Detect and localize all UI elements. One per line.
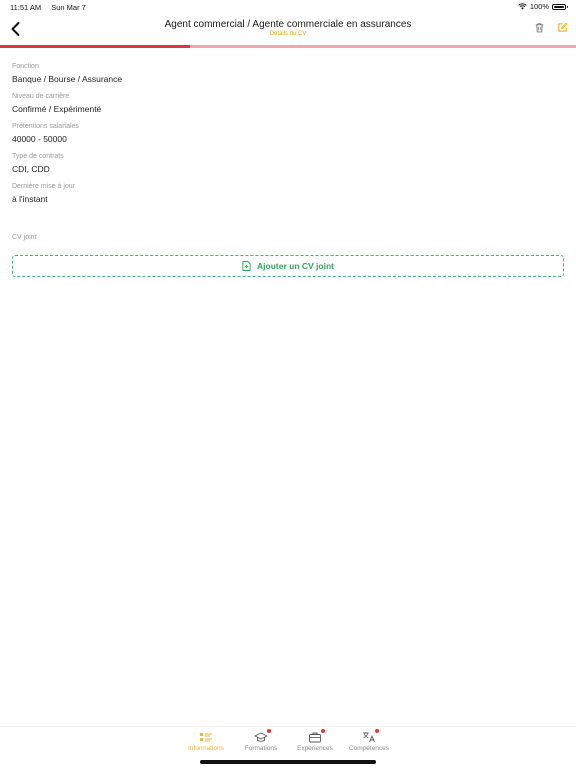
- list-icon: [200, 733, 212, 742]
- notification-badge: [375, 729, 379, 733]
- tab-label: Informations: [188, 745, 224, 752]
- status-bar: 11:51 AM Sun Mar 7 100%: [0, 0, 576, 14]
- field-value: 40000 - 50000: [12, 134, 67, 144]
- edit-icon[interactable]: [557, 22, 568, 33]
- back-button[interactable]: [8, 20, 24, 38]
- field-value: CDI, CDD: [12, 164, 50, 174]
- header: Agent commercial / Agente commerciale en…: [0, 14, 576, 44]
- field-pretentions-salariales: Prétentions salariales 40000 - 50000: [12, 122, 564, 152]
- status-date: Sun Mar 7: [51, 3, 86, 12]
- field-label: Dernière mise à jour: [12, 183, 76, 190]
- field-value: à l'instant: [12, 194, 48, 204]
- tab-informations[interactable]: Informations: [176, 731, 236, 752]
- tab-experiences[interactable]: Experiences: [285, 729, 345, 752]
- trash-icon[interactable]: [534, 22, 545, 33]
- add-cv-button[interactable]: Ajouter un CV joint: [12, 255, 564, 277]
- status-time: 11:51 AM: [10, 3, 42, 12]
- notification-badge: [321, 729, 325, 733]
- field-label: Prétentions salariales: [12, 123, 79, 130]
- tab-bar: Informations Formations Experiences Comp…: [0, 726, 576, 757]
- screen: 11:51 AM Sun Mar 7 100% Agent commercial…: [0, 0, 576, 768]
- field-derniere-mise-a-jour: Dernière mise à jour à l'instant: [12, 182, 564, 212]
- tab-label: Compétences: [348, 745, 390, 752]
- progress-bar: [0, 45, 576, 48]
- notification-badge: [267, 729, 271, 733]
- field-type-contrats: Type de contrats CDI, CDD: [12, 152, 564, 182]
- battery-percentage: 100%: [529, 2, 549, 11]
- tab-label: Experiences: [297, 745, 333, 752]
- field-label: Type de contrats: [12, 153, 64, 160]
- field-value: Banque / Bourse / Assurance: [12, 74, 123, 84]
- translate-icon: [363, 732, 375, 743]
- progress-fill: [0, 45, 191, 48]
- battery-icon: [552, 3, 568, 10]
- field-value: Confirmé / Expérimenté: [12, 104, 102, 114]
- tab-label: Formations: [244, 745, 278, 752]
- briefcase-icon: [309, 732, 321, 743]
- file-add-icon: [242, 261, 251, 271]
- page-subtitle: Détails du CV: [269, 31, 307, 37]
- tab-competences[interactable]: Compétences: [339, 729, 399, 752]
- tab-formations[interactable]: Formations: [231, 729, 291, 752]
- field-fonction: Fonction Banque / Bourse / Assurance: [12, 62, 564, 92]
- field-niveau-carriere: Niveau de carrière Confirmé / Expériment…: [12, 92, 564, 122]
- field-label: Niveau de carrière: [12, 93, 70, 100]
- wifi-icon: [518, 3, 527, 10]
- graduation-cap-icon: [254, 732, 268, 742]
- home-indicator: [200, 760, 376, 764]
- field-label: Fonction: [12, 63, 39, 70]
- add-cv-label: Ajouter un CV joint: [257, 261, 334, 271]
- cv-section-label: CV joint: [12, 234, 37, 241]
- cv-details: Fonction Banque / Bourse / Assurance Niv…: [12, 62, 564, 212]
- chevron-left-icon: [11, 22, 20, 36]
